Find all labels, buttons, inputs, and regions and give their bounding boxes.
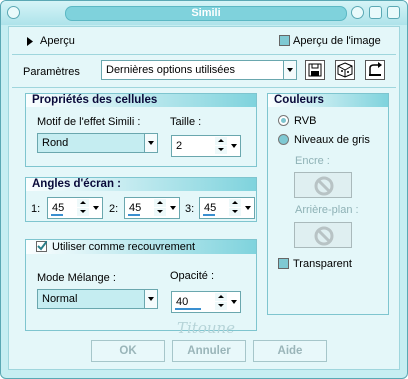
params-label: Paramètres <box>23 66 80 78</box>
colors-group: Couleurs RVB Niveaux de gris Encre : Arr… <box>267 93 389 315</box>
increment-icon[interactable] <box>154 199 166 207</box>
reset-arrow-icon <box>369 62 382 76</box>
disabled-icon <box>314 176 334 196</box>
cancel-button[interactable]: Annuler <box>172 340 246 362</box>
slider-dropdown-icon[interactable] <box>229 136 240 156</box>
dice-icon <box>337 62 353 78</box>
ok-button[interactable]: OK <box>91 340 165 362</box>
angle-3-level <box>203 214 215 216</box>
increment-icon[interactable] <box>77 199 89 207</box>
reset-button[interactable] <box>365 60 385 80</box>
ink-color-swatch[interactable] <box>294 172 352 198</box>
restore-icon[interactable] <box>369 6 382 19</box>
window-title: Simili <box>191 7 221 19</box>
chevron-down-icon[interactable] <box>144 290 157 308</box>
overlay-group: Utiliser comme recouvrement Mode Mélange… <box>25 239 257 331</box>
pattern-label: Motif de l'effet Simili : <box>37 116 141 128</box>
decrement-icon[interactable] <box>77 208 89 216</box>
angle-2-label: 2: <box>109 203 119 215</box>
angle-2-stepper[interactable]: 45 <box>124 197 180 219</box>
transparent-label: Transparent <box>293 258 352 270</box>
decrement-icon[interactable] <box>215 302 227 310</box>
angle-1-label: 1: <box>31 203 41 215</box>
blend-label: Mode Mélange : <box>37 272 116 284</box>
help-button[interactable]: Aide <box>253 340 327 362</box>
angle-1-level <box>51 214 63 216</box>
slider-dropdown-icon[interactable] <box>168 198 179 218</box>
angle-1-stepper[interactable]: 45 <box>47 197 103 219</box>
help-icon[interactable] <box>351 6 364 19</box>
blend-value: Normal <box>42 293 78 305</box>
pattern-value: Rond <box>42 137 69 149</box>
overlay-checkbox[interactable] <box>36 241 47 252</box>
title-pill: Simili <box>65 6 347 21</box>
system-menu-icon[interactable] <box>7 6 20 19</box>
preset-value: Dernières options utilisées <box>106 64 236 76</box>
decrement-icon[interactable] <box>154 208 166 216</box>
size-value: 2 <box>176 140 183 152</box>
floppy-icon <box>308 63 322 77</box>
transparent-checkbox[interactable] <box>278 258 289 269</box>
image-preview-label: Aperçu de l'image <box>293 35 381 47</box>
simili-dialog: Simili Aperçu Aperçu de l'image Paramètr… <box>0 0 408 379</box>
close-icon[interactable] <box>387 6 400 19</box>
preset-select[interactable]: Dernières options utilisées <box>101 60 297 80</box>
overlay-label: Utiliser comme recouvrement <box>52 241 196 253</box>
size-label: Taille : <box>170 116 202 128</box>
title-bar[interactable]: Simili <box>1 1 407 25</box>
opacity-stepper[interactable]: 40 <box>171 291 241 313</box>
image-preview-checkbox[interactable] <box>279 35 290 46</box>
cells-group-title: Propriétés des cellules <box>32 94 158 106</box>
preview-label[interactable]: Aperçu <box>40 34 75 48</box>
background-color-swatch[interactable] <box>294 222 352 248</box>
pattern-select[interactable]: Rond <box>37 133 158 153</box>
angle-3-stepper[interactable]: 45 <box>199 197 255 219</box>
size-stepper[interactable]: 2 <box>171 135 241 157</box>
dialog-body: Aperçu Aperçu de l'image Paramètres Dern… <box>8 26 400 370</box>
rgb-label: RVB <box>294 115 317 127</box>
checkmark-icon <box>37 241 47 251</box>
increment-icon[interactable] <box>215 137 227 145</box>
opacity-level <box>175 308 201 310</box>
opacity-label: Opacité : <box>170 270 215 282</box>
chevron-down-icon[interactable] <box>283 61 296 79</box>
expand-arrow-icon[interactable] <box>27 37 33 46</box>
disabled-icon <box>314 226 334 246</box>
slider-dropdown-icon[interactable] <box>91 198 102 218</box>
grayscale-radio[interactable] <box>278 134 289 145</box>
cells-group: Propriétés des cellules Motif de l'effet… <box>25 93 257 167</box>
watermark-text: Titoune <box>177 319 236 337</box>
colors-group-title: Couleurs <box>274 94 324 106</box>
grayscale-label: Niveaux de gris <box>294 134 370 146</box>
angles-group-title: Angles d'écran : <box>32 178 122 190</box>
decrement-icon[interactable] <box>229 208 241 216</box>
randomize-button[interactable] <box>335 60 355 80</box>
angles-group: Angles d'écran : 1: 45 2: 45 3: 45 <box>25 177 257 222</box>
slider-dropdown-icon[interactable] <box>243 198 254 218</box>
decrement-icon[interactable] <box>215 146 227 154</box>
increment-icon[interactable] <box>229 199 241 207</box>
slider-dropdown-icon[interactable] <box>229 292 240 312</box>
rgb-radio[interactable] <box>278 115 289 126</box>
blend-select[interactable]: Normal <box>37 289 158 309</box>
divider <box>12 54 396 55</box>
chevron-down-icon[interactable] <box>144 134 157 152</box>
angle-2-level <box>128 214 140 216</box>
ink-label: Encre : <box>295 155 330 167</box>
increment-icon[interactable] <box>215 293 227 301</box>
background-label: Arrière-plan : <box>295 204 359 216</box>
angle-3-label: 3: <box>185 203 195 215</box>
save-preset-button[interactable] <box>305 60 325 80</box>
divider <box>12 87 396 88</box>
